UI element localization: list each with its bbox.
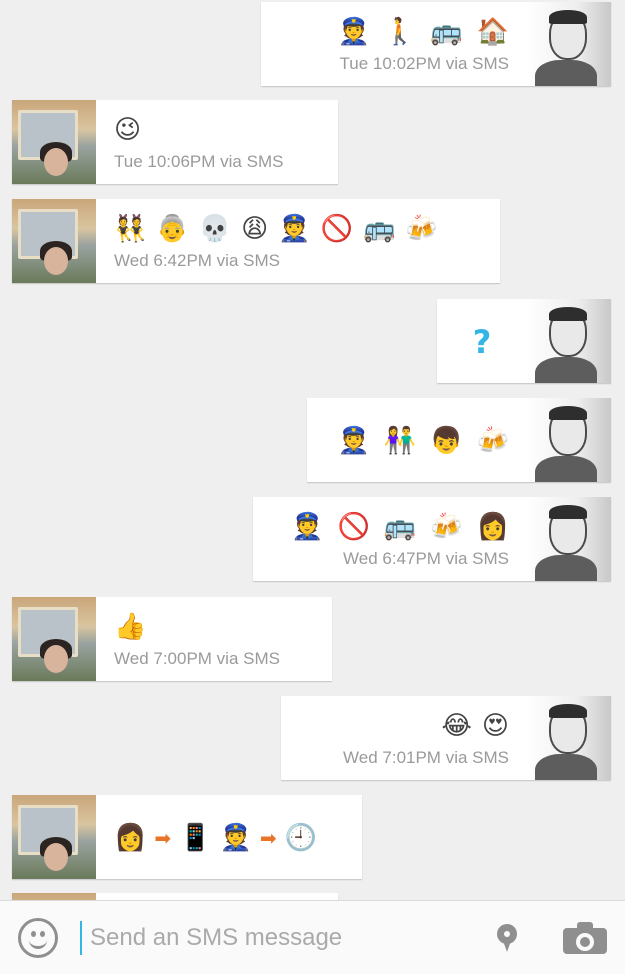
message-received[interactable] — [12, 893, 338, 900]
message-emojis: 😉 — [114, 114, 320, 146]
message-emojis: 👯 👵 💀 😩 👮 🚫 🚌 🍻 — [114, 213, 482, 245]
message-emojis: 👮 🚫 🚌 🍻 👩 — [291, 511, 509, 543]
beers-icon: 🍻 — [405, 214, 438, 244]
mobile-phone-icon: 📱 — [179, 823, 212, 853]
avatar[interactable] — [527, 299, 611, 383]
message-timestamp: Wed 6:42PM via SMS — [114, 251, 280, 270]
message-sent[interactable]: 😂 😍 Wed 7:01PM via SMS — [281, 696, 611, 780]
house-icon: 🏠 — [476, 17, 509, 47]
message-emojis: ? — [473, 326, 492, 358]
message-emojis: 👩 ➡ 📱 👮 ➡ 🕘 — [114, 822, 344, 854]
police-officer-icon: 👮 — [291, 512, 324, 542]
message-emojis: 👮 👫 👦 🍻 — [338, 425, 510, 457]
avatar[interactable] — [12, 893, 96, 900]
message-timestamp: Wed 6:47PM via SMS — [343, 549, 509, 568]
clock-icon: 🕘 — [284, 823, 318, 853]
avatar[interactable] — [527, 497, 611, 581]
no-entry-icon: 🚫 — [320, 214, 353, 244]
message-thread[interactable]: 👮 🚶 🚌 🏠 Tue 10:02PM via SMS 😉 Tue 10:06P… — [0, 0, 625, 900]
bus-icon: 🚌 — [383, 512, 417, 542]
woman-icon: 👩 — [476, 512, 509, 542]
police-officer-icon: 👮 — [278, 214, 311, 244]
location-pin-icon[interactable] — [497, 923, 517, 952]
woman-icon: 👩 — [114, 823, 147, 853]
sms-message-input[interactable] — [88, 922, 497, 953]
avatar[interactable] — [527, 398, 611, 482]
avatar[interactable] — [527, 696, 611, 780]
avatar[interactable] — [527, 2, 611, 86]
pedestrian-icon: 🚶 — [383, 17, 417, 47]
laughing-face-icon: 😂 — [441, 711, 472, 741]
police-officer-icon: 👮 — [337, 426, 370, 456]
beers-icon: 🍻 — [430, 512, 463, 542]
soon-arrow-icon: ➡ — [259, 826, 277, 850]
police-officer-icon: 👮 — [337, 17, 370, 47]
message-emojis: 😂 😍 — [442, 710, 510, 742]
old-woman-icon: 👵 — [156, 214, 189, 244]
message-received[interactable]: 👍 Wed 7:00PM via SMS — [12, 597, 332, 681]
camera-icon[interactable] — [563, 921, 607, 954]
message-received[interactable]: 😉 Tue 10:06PM via SMS — [12, 100, 338, 184]
message-timestamp: Tue 10:06PM via SMS — [114, 152, 284, 171]
avatar[interactable] — [12, 199, 96, 283]
bus-icon: 🚌 — [362, 214, 396, 244]
arrow-right-icon: ➡ — [154, 826, 172, 850]
message-sent[interactable]: ? — [437, 299, 611, 383]
smiley-icon[interactable] — [18, 917, 58, 958]
text-cursor — [80, 920, 82, 955]
boy-icon: 👦 — [430, 426, 463, 456]
heart-eyes-face-icon: 😍 — [481, 711, 509, 741]
weary-face-icon: 😩 — [241, 214, 269, 244]
message-timestamp: Wed 7:00PM via SMS — [114, 649, 280, 668]
message-received[interactable]: 👯 👵 💀 😩 👮 🚫 🚌 🍻 Wed 6:42PM via SMS — [12, 199, 500, 283]
beers-icon: 🍻 — [476, 426, 509, 456]
message-sent[interactable]: 👮 🚶 🚌 🏠 Tue 10:02PM via SMS — [261, 2, 611, 86]
message-sent[interactable]: 👮 🚫 🚌 🍻 👩 Wed 6:47PM via SMS — [253, 497, 611, 581]
wink-face-icon: 😉 — [114, 115, 142, 145]
avatar[interactable] — [12, 597, 96, 681]
avatar[interactable] — [12, 795, 96, 879]
message-timestamp: Tue 10:02PM via SMS — [339, 54, 509, 73]
avatar[interactable] — [12, 100, 96, 184]
bus-icon: 🚌 — [430, 17, 463, 47]
thumbs-up-icon: 👍 — [114, 612, 147, 642]
skull-icon: 💀 — [198, 214, 232, 244]
couple-icon: 👫 — [383, 426, 417, 456]
police-officer-icon: 👮 — [219, 823, 252, 853]
message-sent[interactable]: 👮 👫 👦 🍻 — [307, 398, 611, 482]
message-emojis: 👍 — [114, 611, 314, 643]
message-composer — [0, 900, 625, 974]
no-entry-icon: 🚫 — [337, 512, 370, 542]
message-timestamp: Wed 7:01PM via SMS — [343, 748, 509, 767]
message-received[interactable]: 👩 ➡ 📱 👮 ➡ 🕘 — [12, 795, 362, 879]
dancers-icon: 👯 — [114, 214, 147, 244]
question-mark-icon: ? — [472, 323, 492, 361]
message-emojis: 👮 🚶 🚌 🏠 — [338, 16, 510, 48]
